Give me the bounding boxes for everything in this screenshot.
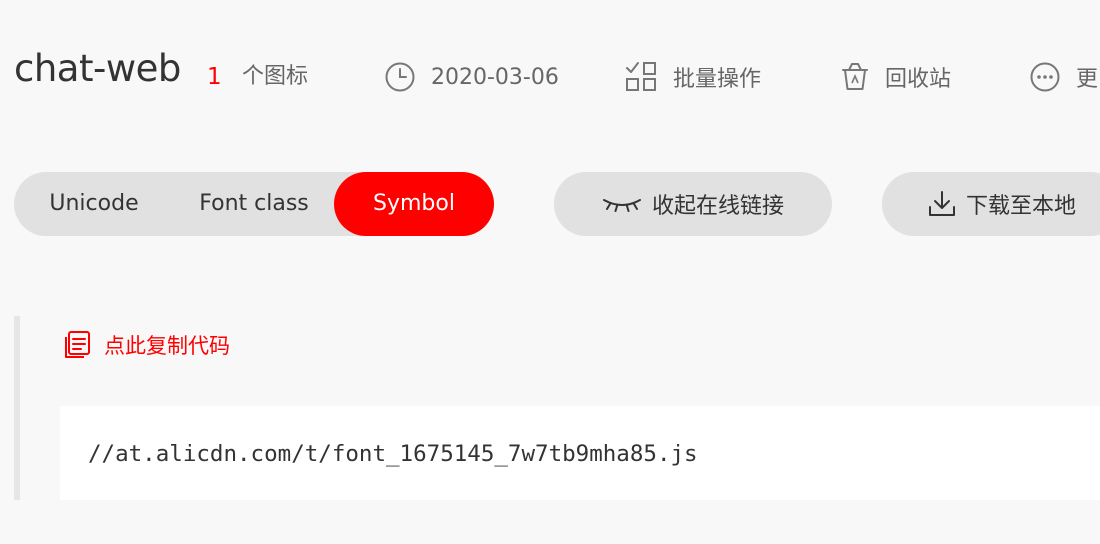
date-label: 2020-03-06: [431, 64, 559, 90]
download-icon: [928, 191, 955, 216]
more-button[interactable]: 更: [1030, 57, 1098, 97]
download-local-button[interactable]: 下载至本地: [882, 172, 1100, 236]
grid-check-icon: [626, 62, 656, 91]
batch-operation-button[interactable]: 批量操作: [625, 57, 761, 97]
tab-symbol[interactable]: Symbol: [334, 172, 494, 236]
copy-code-label: 点此复制代码: [104, 334, 230, 358]
project-title: chat-web: [14, 47, 181, 90]
clock-icon: [385, 62, 415, 92]
symbol-script-url: //at.alicdn.com/t/font_1675145_7w7tb9mha…: [88, 441, 698, 467]
download-local-label: 下载至本地: [965, 194, 1076, 219]
update-date: 2020-03-06: [385, 57, 559, 97]
icon-count-label: 个图标: [242, 64, 309, 89]
recycle-bin-label: 回收站: [885, 67, 952, 92]
more-dots-icon: [1030, 62, 1060, 92]
collapse-online-link-button[interactable]: 收起在线链接: [554, 172, 832, 236]
copy-code-button[interactable]: 点此复制代码: [62, 330, 230, 360]
icon-count: 1: [207, 64, 222, 90]
more-label: 更: [1076, 67, 1099, 92]
tab-unicode[interactable]: Unicode: [14, 172, 174, 236]
code-format-tabs: Unicode Font class Symbol: [14, 172, 494, 236]
tab-font-class[interactable]: Font class: [174, 172, 334, 236]
recycle-bin-button[interactable]: 回收站: [841, 57, 951, 97]
trash-icon: [842, 63, 868, 90]
collapse-online-link-label: 收起在线链接: [651, 194, 784, 219]
batch-operation-label: 批量操作: [673, 67, 762, 92]
closed-eye-icon: [602, 199, 641, 212]
copy-document-icon: [65, 331, 90, 358]
